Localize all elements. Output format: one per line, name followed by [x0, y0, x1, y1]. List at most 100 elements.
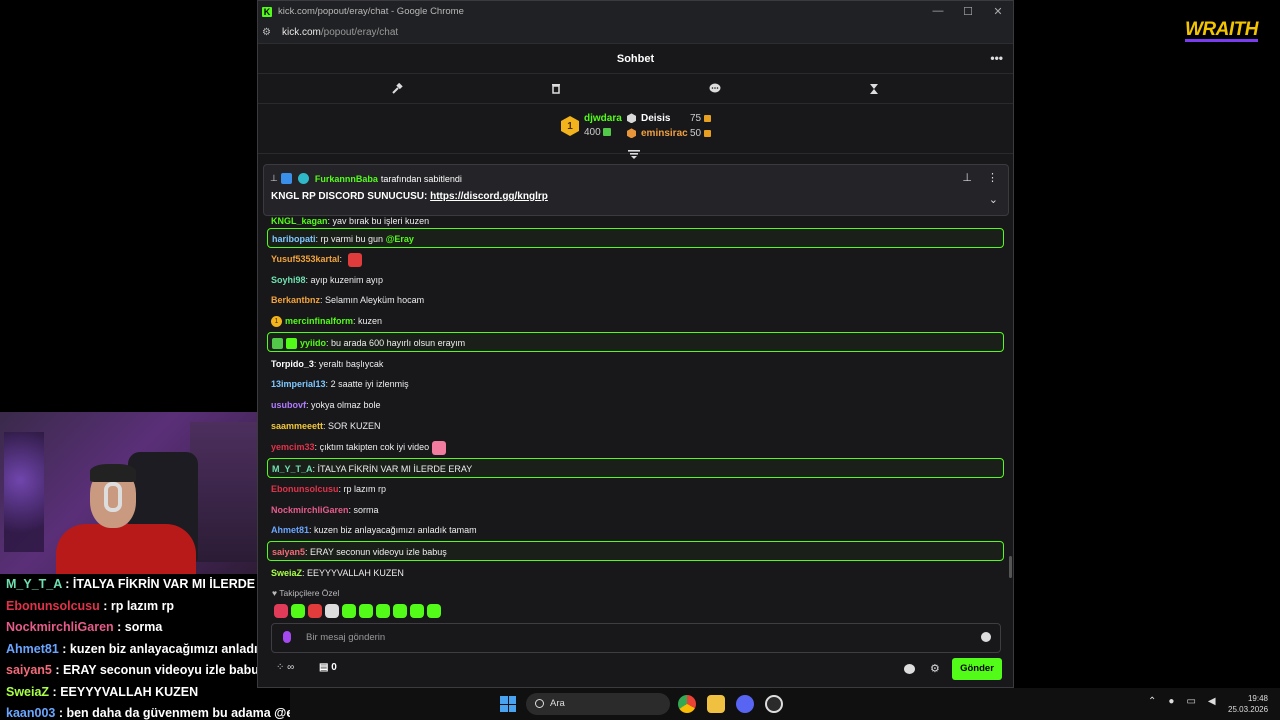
start-button[interactable] [500, 696, 516, 712]
window-titlebar: K kick.com/popout/eray/chat - Google Chr… [258, 1, 1013, 22]
emote-icon[interactable] [359, 604, 373, 618]
chat-text: çıktım takipten cok iyi video [319, 442, 430, 452]
background-light [4, 432, 44, 552]
chat-username[interactable]: Berkantbnz [271, 295, 320, 305]
chat-message[interactable]: saammeeett: SOR KUZEN [267, 416, 1004, 436]
chat-message[interactable]: usubovf: yokya olmaz bole [267, 395, 1004, 415]
emote-icon[interactable] [274, 604, 288, 618]
coin-icon [704, 114, 712, 122]
chat-username[interactable]: Yusuf5353kartal [271, 254, 340, 264]
chat-mention[interactable]: @Eray [386, 234, 414, 244]
chat-username[interactable]: yemcim33 [271, 442, 315, 452]
chat-username[interactable]: Torpido_3 [271, 359, 314, 369]
network-icon[interactable]: ▭ [1186, 696, 1195, 707]
chat-message[interactable]: yemcim33: çıktım takipten cok iyi video [267, 437, 1004, 457]
chevron-down-icon[interactable]: ⌄ [989, 193, 998, 206]
trash-icon[interactable] [548, 81, 564, 97]
emote-icon[interactable] [291, 604, 305, 618]
overlay-chat-line: Ebonunsolcusu : rp lazım rp [0, 596, 290, 618]
chat-message[interactable]: Berkantbnz: Selamın Aleyküm hocam [267, 290, 1004, 310]
app-icon[interactable] [765, 695, 783, 713]
chat-text: İTALYA FİKRİN VAR MI İLERDE ERAY [317, 464, 473, 474]
chat-messages: KNGL_kagan: yav bırak bu işleri kuzen har… [258, 216, 1015, 581]
hourglass-icon[interactable] [866, 81, 882, 97]
chat-username[interactable]: usubovf [271, 400, 306, 410]
overlay-chat-line: NockmirchliGaren : sorma [0, 617, 290, 639]
chat-username[interactable]: yyiido [300, 338, 326, 348]
chat-message[interactable]: 13imperial13: 2 saatte iyi izlenmiş [267, 374, 1004, 394]
streamer-shirt [56, 524, 196, 574]
store-button[interactable]: ▤ 0 [319, 662, 337, 673]
channel-points[interactable]: ⁘ ∞ [276, 662, 294, 673]
chat-username[interactable]: mercinfinalform [285, 316, 353, 326]
emote-icon[interactable] [342, 604, 356, 618]
emote-icon[interactable] [410, 604, 424, 618]
subscriber-badge-icon [272, 338, 283, 350]
wraith-logo: WRAITH [1185, 19, 1258, 40]
chat-message[interactable]: haribopati: rp varmi bu gun @Eray [267, 228, 1004, 248]
chat-scrollbar[interactable] [1009, 556, 1012, 578]
chat-username[interactable]: KNGL_kagan [271, 216, 328, 226]
chat-username[interactable]: Ebonunsolcusu [271, 484, 339, 494]
mod-toolbar [258, 74, 1013, 104]
chat-message[interactable]: M_Y_T_A: İTALYA FİKRİN VAR MI İLERDE ERA… [267, 458, 1004, 478]
chat-username[interactable]: saiyan5 [272, 547, 305, 557]
chevron-up-icon[interactable]: ⌃ [1148, 696, 1156, 707]
emote-icon[interactable] [376, 604, 390, 618]
emote-icon[interactable] [308, 604, 322, 618]
chat-username[interactable]: 13imperial13 [271, 379, 326, 389]
chat-message[interactable]: yyiido: bu arada 600 hayırlı olsun erayı… [267, 332, 1004, 352]
chat-settings-bubble-icon[interactable] [904, 664, 915, 674]
chat-username[interactable]: M_Y_T_A [272, 464, 313, 474]
overlay-chat-separator: : [58, 641, 70, 656]
chat-message[interactable]: Yusuf5353kartal: [267, 249, 1004, 269]
gear-icon[interactable]: ⚙ [930, 662, 940, 675]
send-button[interactable]: Gönder [952, 658, 1002, 680]
chat-message[interactable]: Soyhi98: ayıp kuzenim ayıp [267, 270, 1004, 290]
chat-bubble-icon[interactable] [707, 81, 723, 97]
headphone-icon [104, 482, 122, 512]
chat-username[interactable]: NockmirchliGaren [271, 505, 349, 515]
chat-message[interactable]: SweiaZ: EEYYYVALLAH KUZEN [267, 563, 1004, 581]
emote-icon[interactable] [393, 604, 407, 618]
unpin-icon[interactable]: ⊥ [962, 171, 972, 184]
chat-message[interactable]: Torpido_3: yeraltı başlıycak [267, 354, 1004, 374]
chat-username[interactable]: Ahmet81 [271, 525, 309, 535]
microphone-tray-icon[interactable]: ● [1168, 696, 1174, 707]
taskbar-search[interactable]: Ara [526, 693, 670, 715]
chat-username[interactable]: saammeeett [271, 421, 323, 431]
site-info-icon[interactable]: ⚙ [262, 27, 276, 38]
leader-name[interactable]: djwdara [584, 113, 622, 124]
chat-message[interactable]: 1 mercinfinalform: kuzen [267, 311, 1004, 331]
hammer-icon[interactable] [389, 81, 405, 97]
volume-icon[interactable]: ◀ [1208, 696, 1216, 707]
maximize-button[interactable]: ☐ [953, 5, 983, 18]
followers-only-label: ♥ Takipçilere Özel [272, 588, 339, 598]
chat-text: sorma [353, 505, 379, 515]
overlay-chat-text: sorma [124, 620, 163, 634]
clock[interactable]: 19:48 25.03.2026 [1228, 693, 1268, 715]
emote-icon[interactable] [325, 604, 339, 618]
leader-2[interactable]: Deisis [627, 113, 670, 124]
minimize-button[interactable]: — [923, 5, 953, 18]
chat-message[interactable]: NockmirchliGaren: sorma [267, 500, 1004, 520]
close-button[interactable]: ✕ [983, 5, 1013, 18]
chat-message[interactable]: Ahmet81: kuzen biz anlayacağımızı anladı… [267, 520, 1004, 540]
address-bar[interactable]: ⚙ kick.com/popout/eray/chat [258, 22, 1013, 44]
discord-icon[interactable] [736, 695, 754, 713]
chat-username[interactable]: Soyhi98 [271, 275, 306, 285]
chat-message[interactable]: saiyan5: ERAY seconun videoyu izle babuş [267, 541, 1004, 561]
chat-username[interactable]: haribopati [272, 234, 316, 244]
message-input[interactable]: Bir mesaj gönderin [271, 623, 1001, 653]
chat-message[interactable]: Ebonunsolcusu: rp lazım rp [267, 479, 1004, 499]
pinned-more-icon[interactable]: ⋮ [987, 171, 998, 184]
chrome-icon[interactable] [678, 695, 696, 713]
chat-username[interactable]: SweiaZ [271, 568, 302, 578]
emote-icon[interactable] [427, 604, 441, 618]
file-explorer-icon[interactable] [707, 695, 725, 713]
expand-list-icon[interactable] [628, 147, 642, 159]
leader-3[interactable]: eminsirac [627, 128, 688, 139]
chat-more-icon[interactable]: ••• [990, 51, 1003, 65]
discord-link[interactable]: https://discord.gg/knglrp [430, 191, 548, 202]
pinner-name[interactable]: FurkannnBaba [315, 174, 378, 184]
